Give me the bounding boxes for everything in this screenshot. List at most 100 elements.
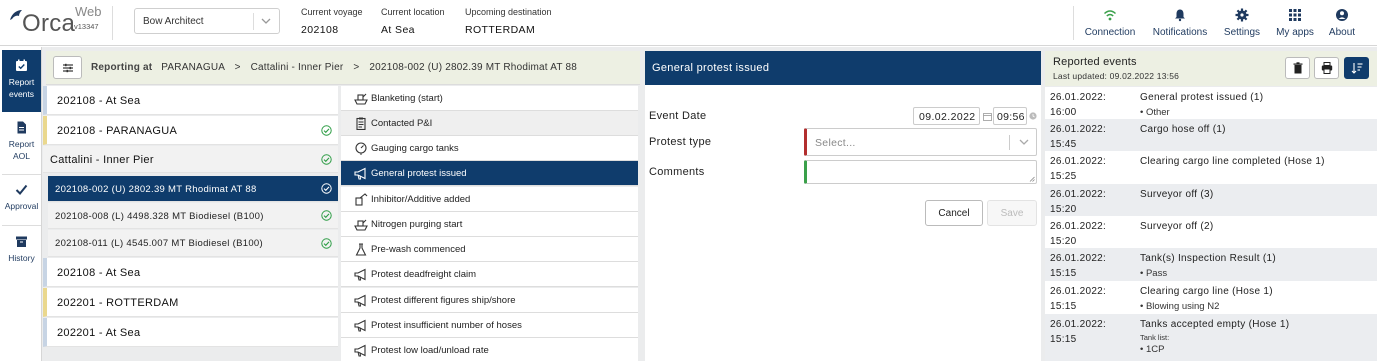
sliders-icon [63, 63, 73, 73]
cargo-item-selected[interactable]: 202108-002 (U) 2802.39 MT Rhodimat AT 88 [48, 176, 338, 202]
voyage-item[interactable]: 202108 - At Sea [43, 86, 338, 115]
nav-connection-label: Connection [1084, 27, 1136, 38]
event-type-item[interactable]: Gauging cargo tanks [341, 136, 638, 161]
nav-notifications[interactable]: Notifications [1147, 8, 1213, 44]
reported-event-row[interactable]: 26.01.2022: 15:20 Surveyor off (3) [1045, 184, 1377, 216]
header-divider [1073, 6, 1074, 40]
rail-approval[interactable]: Approval [2, 181, 41, 223]
reported-event-row[interactable]: 26.01.2022: 15:45 Cargo hose off (1) [1045, 119, 1377, 151]
reported-event-row[interactable]: 26.01.2022: 15:25 Clearing cargo line co… [1045, 151, 1377, 184]
event-time: 15:20 [1050, 236, 1077, 247]
protest-type-label: Protest type [649, 136, 712, 148]
event-type-item[interactable]: Contacted P&I [341, 111, 638, 136]
reported-event-row[interactable]: 26.01.2022: 15:15 Tank(s) Inspection Res… [1045, 248, 1377, 281]
nav-my-apps[interactable]: My apps [1273, 8, 1317, 44]
form-title: General protest issued [652, 62, 770, 74]
cancel-button[interactable]: Cancel [925, 200, 983, 226]
gauge-icon [355, 142, 367, 155]
additive-icon [355, 193, 368, 206]
event-detail: • Blowing using N2 [1140, 301, 1220, 312]
voyage-item[interactable]: 202108 - PARANAGUA [43, 116, 338, 145]
nav-settings[interactable]: Settings [1219, 8, 1265, 44]
reported-event-row[interactable]: 26.01.2022: 16:00 General protest issued… [1045, 87, 1377, 119]
cargo-item[interactable]: 202108-011 (L) 4545.007 MT Biodiesel (B1… [48, 230, 338, 257]
berth-item[interactable]: Cattalini - Inner Pier [43, 146, 338, 173]
clock-icon[interactable] [1029, 112, 1037, 120]
event-title: Cargo hose off (1) [1140, 124, 1226, 135]
document-icon [17, 121, 26, 134]
current-location: Current location At Sea [381, 7, 445, 36]
check-circle-icon [321, 183, 332, 194]
event-type-item[interactable]: Protest different figures ship/shore [341, 288, 638, 313]
current-location-label: Current location [381, 7, 445, 17]
app-suffix: Web [75, 4, 102, 19]
event-time-input[interactable]: 09:56 [993, 107, 1027, 125]
sort-icon [1351, 63, 1363, 74]
save-button[interactable]: Save [987, 200, 1037, 226]
nav-connection[interactable]: Connection [1080, 8, 1140, 44]
chevron-down-icon[interactable] [258, 13, 274, 29]
grid-icon [1289, 9, 1301, 21]
voyage-item[interactable]: 202108 - At Sea [43, 258, 338, 287]
event-type-label: Blanketing (start) [371, 93, 443, 104]
event-type-item[interactable]: Inhibitor/Additive added [341, 187, 638, 212]
print-button[interactable] [1314, 57, 1339, 79]
megaphone-icon [354, 167, 366, 180]
event-date-input[interactable]: 09.02.2022 [913, 107, 980, 125]
nav-my-apps-label: My apps [1276, 27, 1314, 38]
voyage-label: 202108 - PARANAGUA [57, 125, 178, 137]
delete-button[interactable] [1285, 57, 1310, 79]
current-voyage: Current voyage 202108 [301, 7, 363, 36]
event-type-item[interactable]: Pre-wash commenced [341, 237, 638, 262]
megaphone-icon [354, 268, 366, 281]
last-updated: Last updated: 09.02.2022 13:56 [1053, 71, 1180, 81]
rail-label: Report [8, 139, 35, 149]
event-time: 15:20 [1050, 204, 1077, 215]
calendar-icon[interactable] [983, 112, 992, 121]
rail-report-events[interactable]: Report events [2, 50, 41, 112]
cargo-item[interactable]: 202108-008 (L) 4498.328 MT Biodiesel (B1… [48, 203, 338, 229]
breadcrumb-prefix: Reporting at [91, 62, 153, 73]
rail-report-aol[interactable]: Report AOL [2, 119, 41, 171]
protest-type-select[interactable]: Select... [804, 128, 1037, 156]
event-title: Tanks accepted empty (Hose 1) [1140, 319, 1290, 330]
event-type-item[interactable]: Protest insufficient number of hoses [341, 313, 638, 338]
event-type-item[interactable]: Blanketing (start) [341, 86, 638, 111]
reported-event-row[interactable]: 26.01.2022: 15:20 Surveyor off (2) [1045, 216, 1377, 248]
sort-button[interactable] [1344, 57, 1369, 79]
event-type-item[interactable]: Protest low load/unload rate [341, 338, 638, 361]
voyage-item[interactable]: 202201 - At Sea [43, 318, 338, 347]
rail-label: History [8, 253, 35, 263]
event-time: 15:15 [1050, 334, 1077, 345]
breadcrumb-berth[interactable]: Cattalini - Inner Pier [251, 62, 344, 73]
event-date: 26.01.2022: [1050, 286, 1107, 297]
reported-event-row[interactable]: 26.01.2022: 15:15 Clearing cargo line (H… [1045, 281, 1377, 314]
reported-event-row[interactable]: 26.01.2022: 15:15 Tanks accepted empty (… [1045, 314, 1377, 361]
event-type-item-selected[interactable]: General protest issued [341, 161, 638, 186]
current-voyage-label: Current voyage [301, 7, 363, 17]
breadcrumb-separator: > [234, 62, 241, 73]
comments-textarea[interactable] [804, 160, 1037, 184]
nav-about[interactable]: About [1324, 8, 1360, 44]
filter-button[interactable] [53, 56, 82, 79]
breadcrumb-cargo[interactable]: 202108-002 (U) 2802.39 MT Rhodimat AT 88 [369, 62, 577, 73]
breadcrumb-separator: > [353, 62, 360, 73]
event-type-item[interactable]: Nitrogen purging start [341, 212, 638, 237]
reported-events-title: Reported events [1053, 56, 1137, 68]
resize-grip-icon[interactable] [1029, 176, 1035, 182]
breadcrumb-port[interactable]: PARANAGUA [161, 62, 224, 73]
rail-history[interactable]: History [2, 233, 41, 275]
event-time: 16:00 [1050, 107, 1077, 118]
left-rail: Report events Report AOL Approval History [0, 47, 42, 361]
check-circle-icon [321, 210, 332, 221]
chevron-down-icon[interactable] [1016, 134, 1032, 150]
voyage-item[interactable]: 202201 - ROTTERDAM [43, 288, 338, 317]
event-type-item[interactable]: Protest deadfreight claim [341, 262, 638, 287]
ship-select[interactable]: Bow Architect [134, 8, 280, 34]
event-date: 26.01.2022: [1050, 92, 1107, 103]
archive-icon [16, 236, 27, 247]
event-type-label: Gauging cargo tanks [371, 143, 459, 154]
printer-icon [1321, 62, 1333, 74]
rail-divider [2, 225, 41, 226]
event-time: 15:45 [1050, 139, 1077, 150]
